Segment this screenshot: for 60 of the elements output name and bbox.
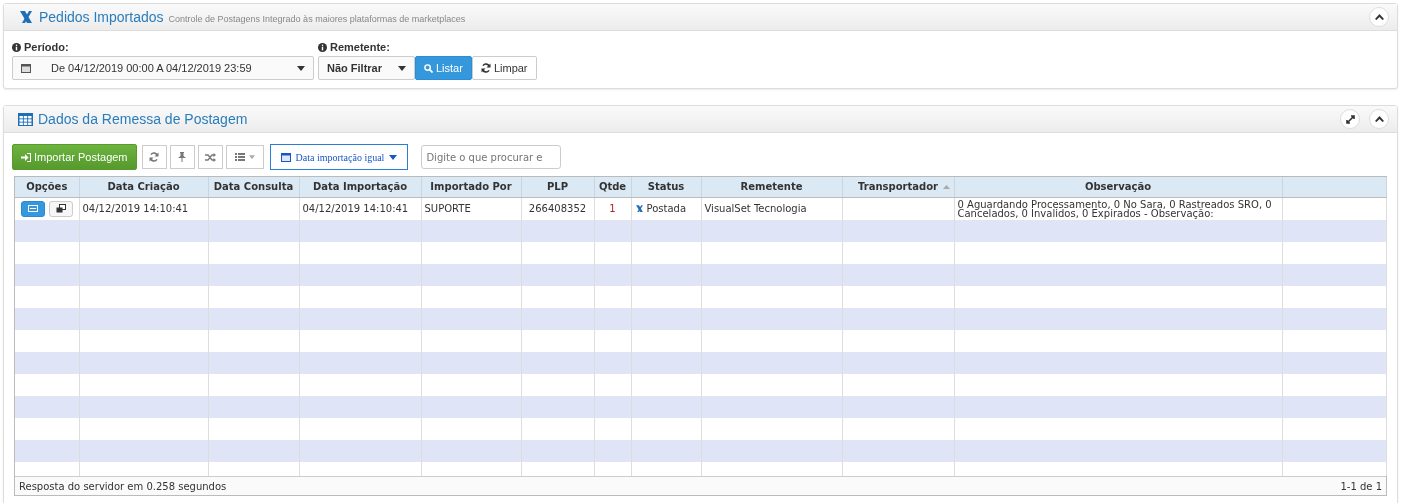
period-label: Período:	[24, 41, 69, 53]
column-header[interactable]: Opções	[15, 177, 79, 197]
caret-icon	[297, 65, 305, 71]
calendar-icon	[21, 63, 31, 73]
caret-icon	[248, 155, 255, 159]
shuffle-button[interactable]	[197, 145, 223, 169]
caret-icon	[398, 65, 406, 71]
logo-icon	[634, 203, 644, 213]
server-response-text: Resposta do servidor em 0.258 segundos	[19, 480, 227, 492]
table-cell: 04/12/2019 14:10:41	[299, 197, 421, 220]
copy-icon	[55, 204, 66, 214]
sender-select[interactable]: Não Filtrar	[318, 56, 415, 80]
filter-dropdown[interactable]: Data importação igual	[269, 144, 409, 170]
view-button[interactable]	[20, 200, 45, 217]
column-header[interactable]: PLP	[521, 177, 594, 197]
refresh-icon	[149, 152, 160, 162]
table-icon	[18, 112, 33, 126]
period-select[interactable]: De 04/12/2019 00:00 A 04/12/2019 23:59	[12, 56, 314, 80]
refresh-button[interactable]	[141, 145, 167, 169]
column-header[interactable]: Status	[631, 177, 701, 197]
column-header[interactable]: Transportador	[842, 177, 954, 197]
table-cell: 0 Aguardando Processamento, 0 No Sara, 0 Rastreados SRO, 0 Cancelados, 0 Invalidos, 0 Expirados - Observação:	[954, 197, 1282, 220]
info-icon	[318, 42, 327, 52]
column-header[interactable]: Observação	[954, 177, 1282, 197]
pagination-text: 1-1 de 1	[1340, 480, 1382, 492]
column-header[interactable]: Importado Por	[421, 177, 521, 197]
pin-icon	[178, 152, 187, 162]
table-cell: Postada	[646, 202, 687, 214]
pin-button[interactable]	[169, 145, 195, 169]
chevron-up-icon	[1374, 116, 1384, 122]
window-icon	[27, 205, 38, 213]
caret-icon	[389, 154, 398, 160]
sign-in-icon	[21, 152, 31, 162]
list-icon	[234, 153, 245, 161]
columns-button[interactable]	[225, 145, 264, 169]
info-icon	[12, 42, 21, 52]
clear-button[interactable]: Limpar	[471, 56, 537, 80]
chevron-up-icon	[1374, 14, 1384, 20]
logo-icon	[18, 9, 34, 25]
table-cell: VisualSet Tecnologia	[701, 197, 842, 220]
panel-title: Dados da Remessa de Postagem	[38, 111, 248, 127]
collapse-button[interactable]	[1369, 109, 1389, 129]
panel-title: Pedidos Importados	[39, 9, 164, 25]
sender-label: Remetente:	[330, 41, 390, 53]
collapse-button[interactable]	[1369, 7, 1389, 27]
column-header[interactable]: Data Importação	[299, 177, 421, 197]
calendar-icon	[280, 152, 291, 162]
column-header[interactable]: Qtde	[594, 177, 631, 197]
expand-icon	[1345, 114, 1355, 124]
search-icon	[424, 63, 433, 73]
column-header[interactable]: Data Criação	[79, 177, 208, 197]
panel-subtitle: Controle de Postagens Integrado às maiores plataformas de marketplaces	[168, 13, 466, 24]
search-field[interactable]: Digite o que procurar e	[421, 145, 562, 169]
table-cell: 04/12/2019 14:10:41	[79, 197, 208, 220]
expand-button[interactable]	[1340, 109, 1360, 129]
refresh-icon	[480, 63, 491, 73]
column-header[interactable]: Remetente	[701, 177, 842, 197]
copy-button[interactable]	[48, 200, 73, 217]
shuffle-icon	[204, 152, 216, 162]
column-header[interactable]: Data Consulta	[208, 177, 299, 197]
